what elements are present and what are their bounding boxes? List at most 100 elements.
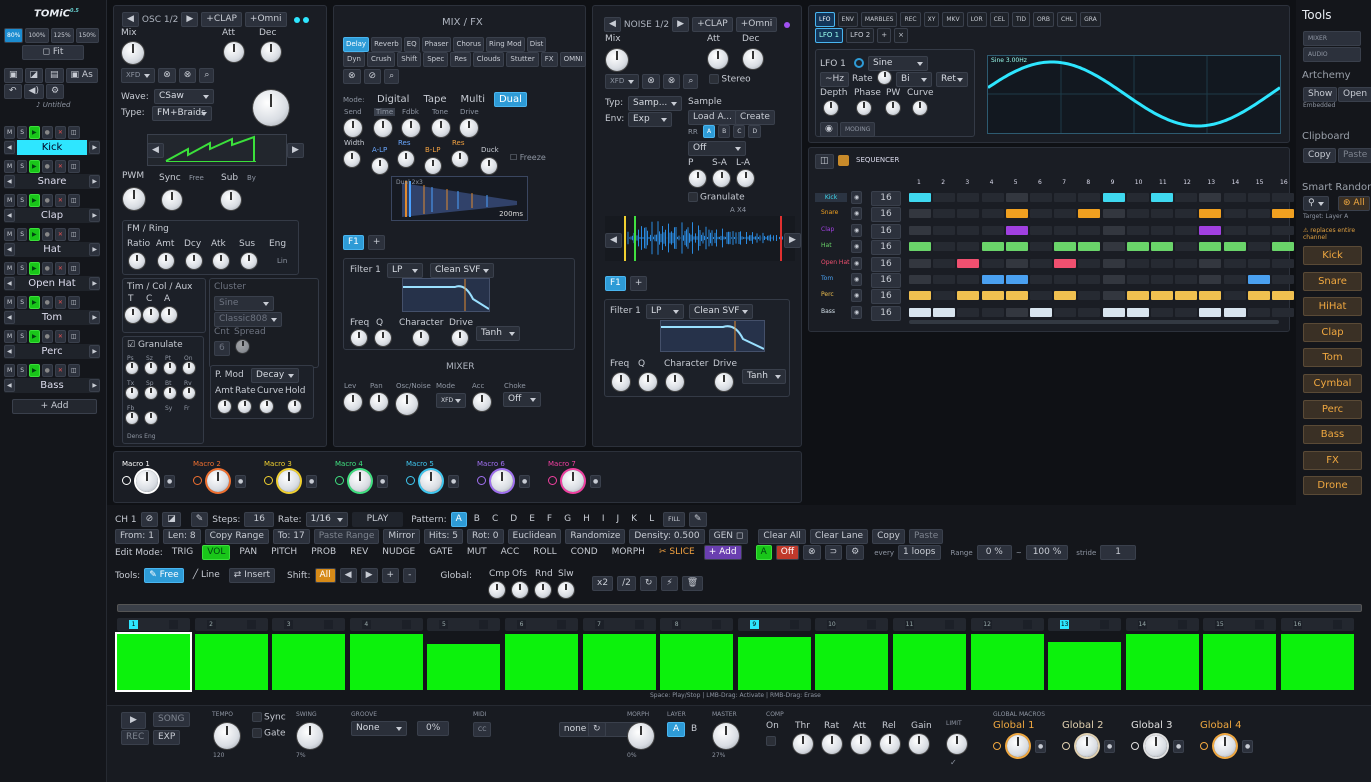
groove-amount-field[interactable]: 0% [417, 721, 449, 736]
noise-freq-knob[interactable] [612, 373, 630, 391]
seq-step[interactable] [1006, 242, 1028, 251]
track-solo-button[interactable]: S [17, 228, 27, 241]
seq-step[interactable] [1030, 193, 1052, 202]
macro-3-settings-icon[interactable]: ● [306, 475, 317, 488]
mirror-button[interactable]: Mirror [383, 529, 420, 544]
track-snare[interactable]: ◀ Snare ▶ [4, 174, 100, 189]
seq-step[interactable] [933, 308, 955, 317]
noise-dec-knob[interactable] [743, 49, 763, 69]
edit-mode-pitch[interactable]: PITCH [266, 545, 302, 560]
seq-step[interactable] [1272, 308, 1294, 317]
fx-tab-chorus[interactable]: Chorus [453, 37, 484, 52]
pad-toggle-icon[interactable] [402, 620, 411, 629]
seq-step[interactable] [1103, 291, 1125, 300]
artchemy-open-button[interactable]: Open [1338, 87, 1371, 102]
zoom-150-button[interactable]: 150% [76, 28, 99, 43]
midi-refresh-icon[interactable]: ↻ [588, 722, 606, 737]
track-play-icon[interactable]: ▶ [29, 330, 40, 343]
track-solo-button[interactable]: S [17, 330, 27, 343]
clipboard-paste-button[interactable]: Paste [1338, 148, 1371, 163]
seq-step[interactable] [1103, 308, 1125, 317]
seq-step[interactable] [1103, 209, 1125, 218]
track-prev-button[interactable]: ◀ [4, 243, 15, 256]
mixer-choke-select[interactable]: Off [503, 392, 541, 407]
comp-gain-knob[interactable] [909, 734, 929, 754]
smart-random-drone-button[interactable]: Drone [1303, 476, 1362, 495]
mod-tab-lfo[interactable]: LFO [815, 12, 835, 27]
lfo-shape-select[interactable]: Sine [868, 56, 928, 71]
mod-tab-chl[interactable]: CHL [1057, 12, 1077, 27]
global-cmp-knob[interactable] [489, 582, 505, 598]
cond-off-button[interactable]: Off [776, 545, 799, 560]
fx-mode-dual[interactable]: Dual [494, 92, 527, 107]
pattern-c-button[interactable]: C [487, 512, 503, 527]
macro-5-knob[interactable] [420, 470, 442, 492]
add-track-button[interactable]: + Add [12, 399, 97, 414]
rec-button[interactable]: REC [121, 730, 149, 745]
track-delete-icon[interactable]: ✕ [55, 126, 66, 139]
fx-res-knob-2[interactable] [398, 151, 414, 167]
seq-step[interactable] [909, 209, 931, 218]
track-next-button[interactable]: ▶ [89, 311, 100, 324]
seq-step[interactable] [1272, 209, 1294, 218]
channel-copy-icon[interactable]: ⊘ [141, 512, 159, 527]
seq-step[interactable] [1175, 275, 1197, 284]
seq-step[interactable] [1078, 209, 1100, 218]
seq-step[interactable] [1151, 226, 1173, 235]
macro-7-knob[interactable] [562, 470, 584, 492]
lfo-retrig-select[interactable]: Ret [936, 72, 968, 87]
mod-tab-gra[interactable]: GRA [1080, 12, 1101, 27]
track-mute-button[interactable]: M [4, 262, 15, 275]
track-delete-icon[interactable]: ✕ [55, 330, 66, 343]
global-macro-1-source-icon[interactable] [993, 742, 1001, 750]
lfo-rate-knob[interactable] [878, 71, 891, 84]
layer-b-button[interactable]: B [691, 724, 697, 734]
granulate-checkbox[interactable]: ☑ Granulate [127, 340, 183, 350]
seq-track-snare[interactable]: Snare [821, 209, 838, 216]
seq-step[interactable] [982, 193, 1004, 202]
seq-step[interactable] [957, 259, 979, 268]
noise-drive-knob[interactable] [715, 373, 733, 391]
seq-step[interactable] [1103, 226, 1125, 235]
smart-random-cymbal-button[interactable]: Cymbal [1303, 374, 1362, 393]
smart-random-perc-button[interactable]: Perc [1303, 400, 1362, 419]
seq-step[interactable] [909, 259, 931, 268]
seq-step[interactable] [1248, 308, 1270, 317]
undo-icon[interactable]: ↶ [4, 84, 22, 99]
macro-4-settings-icon[interactable]: ● [377, 475, 388, 488]
macro-7-settings-icon[interactable]: ● [590, 475, 601, 488]
lfo-tab-lfo-1[interactable]: LFO 1 [815, 28, 843, 43]
mod-tab-env[interactable]: ENV [838, 12, 858, 27]
pad-toggle-icon[interactable] [790, 620, 799, 629]
seq-track-target-icon[interactable]: ◉ [851, 273, 862, 286]
lfo-tab-[interactable]: + [877, 28, 891, 43]
pattern-g-button[interactable]: G [559, 512, 576, 527]
fm-atk-knob[interactable] [213, 253, 229, 269]
lfo-tab-[interactable]: × [894, 28, 908, 43]
track-bass[interactable]: ◀ Bass ▶ [4, 378, 100, 393]
track-mute-button[interactable]: M [4, 364, 15, 377]
randomize-button[interactable]: Randomize [565, 529, 625, 544]
seq-step[interactable] [1127, 226, 1149, 235]
paste-button[interactable]: Paste [909, 529, 943, 544]
refresh-icon[interactable]: ↻ [640, 576, 658, 591]
seq-step[interactable] [1199, 291, 1221, 300]
global-macro-1-knob[interactable] [1007, 735, 1029, 757]
macro-3-knob[interactable] [278, 470, 300, 492]
track-prev-button[interactable]: ◀ [4, 141, 15, 154]
pad-toggle-icon[interactable] [945, 620, 954, 629]
pad-header[interactable]: 12 [971, 618, 1044, 631]
track-record-icon[interactable]: ● [42, 330, 53, 343]
seq-track-length[interactable]: 16 [871, 224, 901, 239]
edit-mode-vol[interactable]: VOL [202, 545, 230, 560]
seq-step[interactable] [982, 226, 1004, 235]
track-record-icon[interactable]: ● [42, 228, 53, 241]
seq-step[interactable] [1127, 308, 1149, 317]
global-macro-4-settings-icon[interactable]: ● [1242, 740, 1253, 753]
track-record-icon[interactable]: ● [42, 194, 53, 207]
macro-4-source-icon[interactable] [335, 476, 344, 485]
track-mute-button[interactable]: M [4, 330, 15, 343]
spread-knob[interactable] [236, 340, 249, 353]
edit-mode-slice[interactable]: ✂ SLICE [654, 545, 700, 560]
smart-random-fx-button[interactable]: FX [1303, 451, 1362, 470]
